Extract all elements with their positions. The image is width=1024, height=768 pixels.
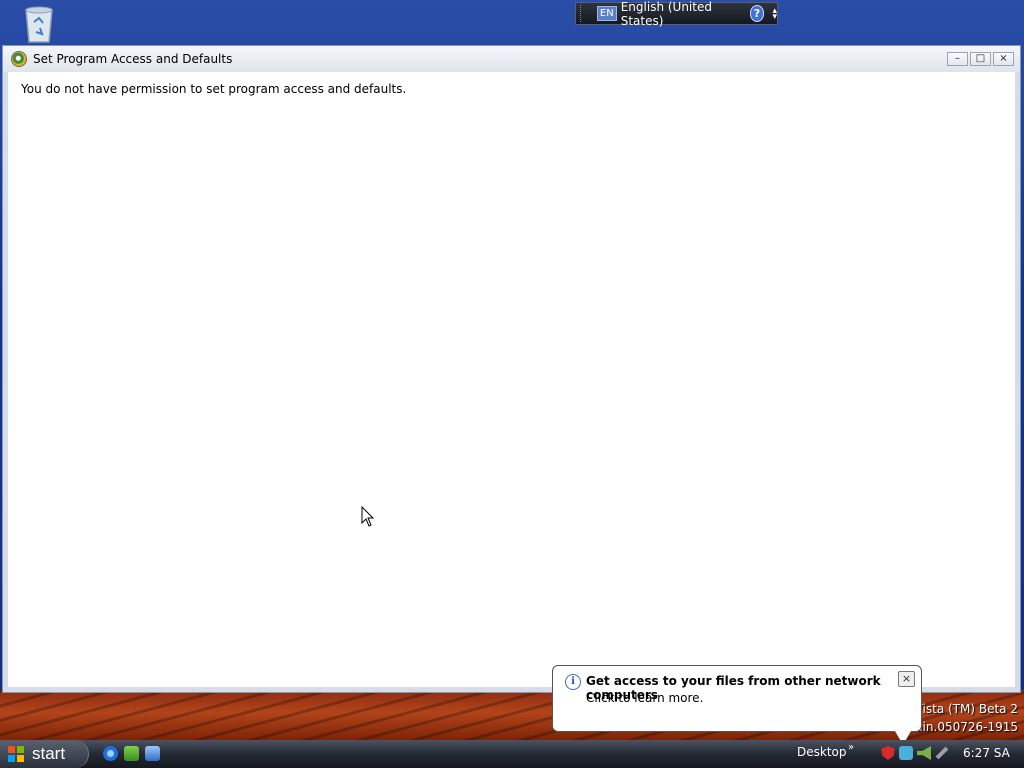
taskbar: start Desktop » 6:27 SA [0,740,1024,768]
clock[interactable]: 6:27 SA [963,746,1010,760]
window-controls: – □ × [947,52,1014,66]
language-name[interactable]: English (United States) [621,0,740,28]
toolbar-chevron[interactable]: » [848,742,854,753]
maximize-button[interactable]: □ [970,52,991,66]
permission-message: You do not have permission to set progra… [21,82,407,96]
security-shield-icon[interactable] [881,746,895,760]
language-bar[interactable]: EN English (United States) ? ▴ ▾ [575,0,778,28]
language-bar-grip[interactable] [580,5,588,22]
quick-launch [103,746,160,761]
recycle-bin-icon[interactable] [20,4,58,44]
tools-icon[interactable] [935,746,949,760]
desktop-toolbar[interactable]: Desktop [797,745,847,759]
network-icon[interactable] [899,746,913,760]
balloon-link[interactable]: Click to learn more. [586,691,703,705]
mouse-pointer-icon [361,506,375,527]
help-icon[interactable]: ? [749,5,765,22]
window-content: You do not have permission to set progra… [8,72,1015,687]
info-icon: i [565,674,581,690]
title-bar[interactable]: Set Program Access and Defaults – □ × [3,46,1020,72]
show-desktop-icon[interactable] [124,746,139,761]
language-bar-options-icon[interactable]: ▴ ▾ [772,6,777,21]
internet-explorer-icon[interactable] [103,746,118,761]
program-defaults-icon [11,51,27,67]
language-code-badge[interactable]: EN [596,6,617,21]
balloon-close-button[interactable]: × [898,671,915,687]
switch-windows-icon[interactable] [145,746,160,761]
program-access-window: Set Program Access and Defaults – □ × Yo… [2,45,1021,693]
close-button[interactable]: × [993,52,1014,66]
window-title: Set Program Access and Defaults [33,52,233,66]
start-button[interactable]: start [0,740,89,768]
minimize-button[interactable]: – [947,52,968,66]
windows-logo-icon [8,746,24,762]
start-label: start [32,744,66,763]
notification-balloon[interactable]: i Get access to your files from other ne… [552,665,922,745]
system-tray [881,746,949,760]
volume-icon[interactable] [917,746,931,760]
